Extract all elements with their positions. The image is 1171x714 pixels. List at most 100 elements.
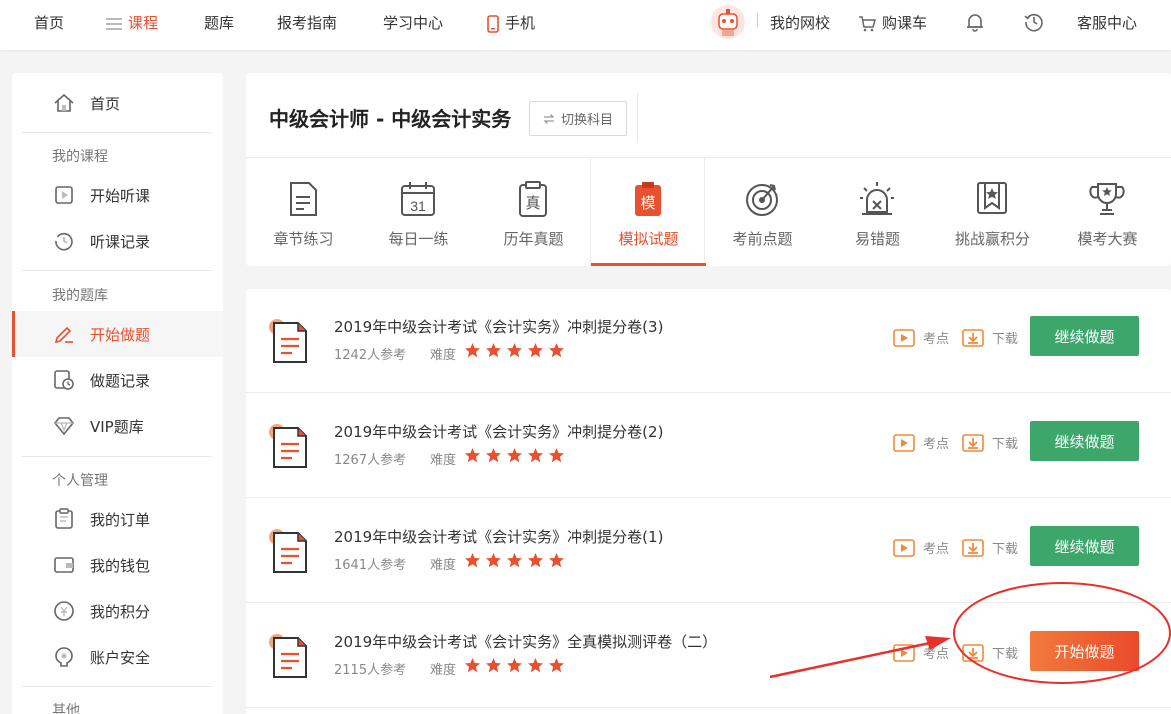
- star-icon: [507, 658, 522, 673]
- menu-icon: [106, 17, 122, 30]
- tab-label: 考前点题: [732, 230, 793, 248]
- sidebar-item-start-practice[interactable]: 开始做题: [12, 311, 223, 357]
- bell-icon[interactable]: [965, 12, 985, 32]
- exam-title[interactable]: 2019年中级会计考试《会计实务》全真模拟测评卷（二）: [334, 631, 717, 652]
- download-icon: [962, 433, 984, 452]
- sidebar-item-my-points[interactable]: 我的积分: [12, 588, 223, 634]
- wallet-icon: [52, 553, 76, 577]
- download-link[interactable]: 下载: [962, 328, 1018, 347]
- calendar-day: 31: [410, 198, 426, 214]
- play-icon: [893, 433, 915, 452]
- exam-title[interactable]: 2019年中级会计考试《会计实务》冲刺提分卷(2): [334, 421, 663, 442]
- difficulty-stars: [464, 552, 565, 569]
- sidebar-item-vip-bank[interactable]: VIP题库: [12, 403, 223, 449]
- sidebar-item-my-orders[interactable]: 我的订单: [12, 496, 223, 542]
- sidebar-divider: [22, 686, 212, 687]
- sidebar-section-other: 其他: [52, 703, 80, 714]
- sidebar-section-my-bank: 我的题库: [52, 288, 108, 304]
- tab-label: 每日一练: [388, 230, 449, 248]
- history-icon[interactable]: [1024, 12, 1044, 32]
- nav-question-bank[interactable]: 题库: [204, 0, 234, 46]
- nav-customer-service[interactable]: 客服中心: [1077, 0, 1137, 46]
- nav-cart[interactable]: 购课车: [858, 0, 927, 46]
- tab-mock-contest[interactable]: 模考大赛: [1050, 158, 1165, 266]
- star-icon: [528, 343, 543, 358]
- sidebar-item-label: 听课记录: [90, 232, 151, 251]
- mobile-phone-icon: [487, 14, 499, 33]
- avatar[interactable]: [710, 4, 746, 40]
- tab-mock-exams[interactable]: 模 模拟试题: [590, 158, 706, 266]
- practice-button[interactable]: 继续做题: [1030, 526, 1139, 566]
- trophy-icon: [1089, 183, 1125, 215]
- play-icon: [893, 538, 915, 557]
- download-label: 下载: [992, 437, 1019, 452]
- nav-exam-guide[interactable]: 报考指南: [277, 0, 337, 46]
- calendar-icon: 31: [401, 182, 435, 216]
- tab-daily-practice[interactable]: 31 每日一练: [361, 158, 476, 266]
- nav-mobile[interactable]: 手机: [487, 0, 535, 46]
- exam-points-link[interactable]: 考点: [893, 538, 949, 557]
- sidebar-item-my-wallet[interactable]: 我的钱包: [12, 542, 223, 588]
- exam-title[interactable]: 2019年中级会计考试《会计实务》冲刺提分卷(3): [334, 316, 663, 337]
- sidebar-item-start-listening[interactable]: 开始听课: [12, 172, 223, 218]
- top-navigation: 首页 课程 题库 报考指南 学习中心 手机 我的网校 购课车 客服中心: [0, 0, 1171, 50]
- sidebar-item-listen-history[interactable]: 听课记录: [12, 218, 223, 264]
- mock-icon: 模: [635, 182, 661, 216]
- sidebar-item-home[interactable]: 首页: [12, 80, 223, 126]
- sidebar-item-label: 做题记录: [90, 371, 151, 390]
- active-tab-indicator: [591, 263, 706, 266]
- tab-error-prone[interactable]: 易错题: [820, 158, 935, 266]
- switch-subject-button[interactable]: 切换科目: [529, 101, 627, 136]
- sidebar-divider: [22, 456, 212, 457]
- order-list-icon: [52, 507, 76, 531]
- exam-points-label: 考点: [923, 647, 950, 662]
- download-link[interactable]: 下载: [962, 433, 1018, 452]
- star-icon: [486, 658, 501, 673]
- difficulty-label: 难度: [430, 348, 457, 363]
- exam-row: 2019年中级会计考试《会计实务》冲刺提分卷(2) 1267人参考 难度 考点 …: [246, 394, 1171, 498]
- bookmark-star-icon: [977, 182, 1007, 214]
- exam-points-link[interactable]: 考点: [893, 433, 949, 452]
- exam-paper-icon: [269, 424, 307, 468]
- nav-study-center[interactable]: 学习中心: [383, 0, 443, 46]
- tab-chapter-practice[interactable]: 章节练习: [246, 158, 361, 266]
- switch-subject-label: 切换科目: [560, 113, 613, 128]
- sidebar: 首页 我的课程 开始听课 听课记录 我的题库 开始做题 做题记录 VIP题库 个…: [12, 73, 223, 714]
- difficulty-stars: [464, 657, 565, 674]
- star-icon: [486, 553, 501, 568]
- tab-challenge-points[interactable]: 挑战赢积分: [935, 158, 1050, 266]
- nav-my-school[interactable]: 我的网校: [770, 0, 830, 46]
- difficulty-label: 难度: [430, 558, 457, 573]
- sidebar-item-label: VIP题库: [90, 417, 144, 436]
- tab-past-exams[interactable]: 真 历年真题: [476, 158, 591, 266]
- download-link[interactable]: 下载: [962, 643, 1018, 662]
- exam-title[interactable]: 2019年中级会计考试《会计实务》冲刺提分卷(1): [334, 526, 663, 547]
- practice-button[interactable]: 继续做题: [1030, 421, 1139, 461]
- star-icon: [549, 658, 564, 673]
- star-icon: [465, 553, 480, 568]
- download-link[interactable]: 下载: [962, 538, 1018, 557]
- star-icon: [528, 448, 543, 463]
- star-icon: [507, 343, 522, 358]
- sidebar-item-practice-history[interactable]: 做题记录: [12, 357, 223, 403]
- mock-char: 模: [640, 194, 655, 212]
- difficulty-label: 难度: [430, 453, 457, 468]
- practice-button[interactable]: 开始做题: [1030, 631, 1139, 671]
- swap-arrows-icon: [543, 113, 555, 124]
- exam-row: 2019年中级会计考试《会计实务》冲刺提分卷(3) 1242人参考 难度 考点 …: [246, 289, 1171, 393]
- tab-label: 挑战赢积分: [954, 230, 1030, 248]
- sidebar-item-account-security[interactable]: 账户安全: [12, 634, 223, 680]
- tab-pre-exam-tips[interactable]: 考前点题: [705, 158, 820, 266]
- shield-lock-icon: [52, 645, 76, 669]
- difficulty-stars: [464, 342, 565, 359]
- participant-count: 1242人参考: [334, 348, 407, 363]
- nav-home[interactable]: 首页: [34, 0, 64, 46]
- nav-courses[interactable]: 课程: [106, 0, 158, 46]
- exam-points-link[interactable]: 考点: [893, 643, 949, 662]
- star-icon: [465, 343, 480, 358]
- star-icon: [507, 553, 522, 568]
- nav-divider: [757, 13, 758, 27]
- practice-button[interactable]: 继续做题: [1030, 316, 1139, 356]
- sidebar-item-label: 我的钱包: [90, 556, 151, 575]
- exam-points-link[interactable]: 考点: [893, 328, 949, 347]
